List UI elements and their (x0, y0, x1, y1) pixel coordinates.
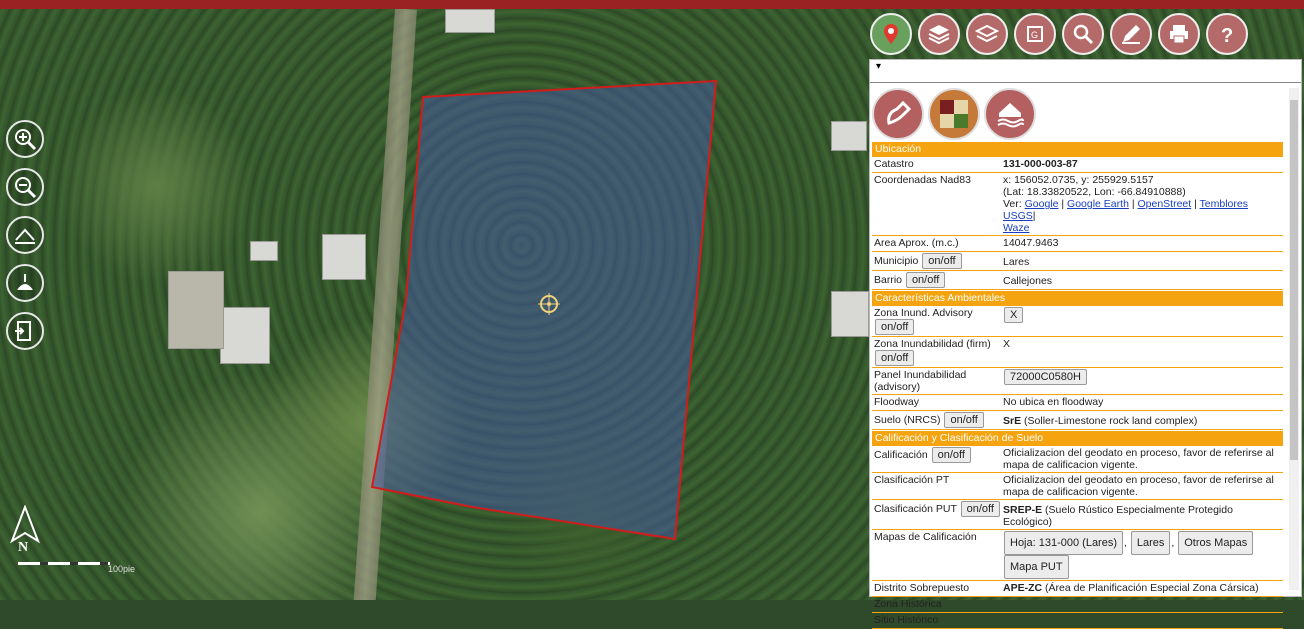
zona-inund-advisory-toggle-button[interactable]: on/off (875, 319, 915, 335)
floodway-row: Floodway No ubica en floodway (872, 395, 1283, 411)
draw-icon[interactable] (1110, 13, 1152, 55)
google-maps-icon[interactable] (870, 13, 912, 55)
calificacion-row: Calificación on/off Oficializacion del g… (872, 446, 1283, 473)
clasificacion-put-row: Clasificación PUT on/off SREP-E (Suelo R… (872, 500, 1283, 530)
zoom-out-icon[interactable] (6, 168, 44, 206)
mapas-calificacion-row: Mapas de Calificación Hoja: 131-000 (Lar… (872, 530, 1283, 581)
zoom-in-icon[interactable] (6, 120, 44, 158)
link-tool-icon[interactable] (872, 88, 924, 140)
crim-logo-icon[interactable] (928, 88, 980, 140)
link-google[interactable]: Google (1025, 198, 1059, 210)
geolocation-icon[interactable]: G (1014, 13, 1056, 55)
svg-text:?: ? (1221, 25, 1233, 46)
zona-inund-advisory-button[interactable]: X (1004, 307, 1024, 323)
coordenadas-row: Coordenadas Nad83 x: 156052.0735, y: 255… (872, 173, 1283, 236)
zona-inund-firm-toggle-button[interactable]: on/off (875, 350, 915, 366)
layers-icon[interactable] (918, 13, 960, 55)
zona-inund-firm-row: Zona Inundabilidad (firm) on/off X (872, 337, 1283, 368)
suelo-row: Suelo (NRCS) on/off SrE (Soller-Limeston… (872, 411, 1283, 430)
zona-historica-row: Zona Histórica (872, 597, 1283, 613)
distrito-row: Distrito Sobrepuesto APE-ZC (Área de Pla… (872, 581, 1283, 597)
svg-text:G: G (1031, 30, 1038, 40)
panel-icons (872, 88, 1036, 140)
municipio-toggle-button[interactable]: on/off (922, 253, 962, 269)
exit-icon[interactable] (6, 312, 44, 350)
lares-button[interactable]: Lares (1130, 531, 1171, 555)
print-icon[interactable] (1158, 13, 1200, 55)
top-toolbar: G ? (870, 13, 1248, 55)
section-calificacion: Calificación y Clasificación de Suelo (872, 431, 1283, 446)
svg-text:N: N (18, 540, 28, 553)
help-icon[interactable]: ? (1206, 13, 1248, 55)
link-waze[interactable]: Waze (1003, 222, 1029, 234)
clasificacion-put-toggle-button[interactable]: on/off (960, 501, 1000, 517)
flood-house-icon[interactable] (984, 88, 1036, 140)
otros-mapas-button[interactable]: Otros Mapas (1178, 531, 1254, 555)
panel-scrollbar[interactable] (1289, 88, 1299, 590)
scale-label: 100pie (108, 564, 136, 574)
section-ambientales: Características Ambientales (872, 291, 1283, 306)
pan-icon[interactable] (6, 216, 44, 254)
mapa-put-button[interactable]: Mapa PUT (1004, 555, 1069, 579)
panel-collapse-icon[interactable]: ▾ (870, 60, 1301, 83)
link-google-earth[interactable]: Google Earth (1067, 198, 1129, 210)
panel-content: Ubicación Catastro 131-000-003-87 Coorde… (872, 141, 1283, 629)
base-layers-icon[interactable] (966, 13, 1008, 55)
panel-inund-button[interactable]: 72000C0580H (1004, 369, 1087, 385)
clear-tool-icon[interactable] (6, 264, 44, 302)
area-row: Area Aprox. (m.c.) 14047.9463 (872, 236, 1283, 252)
sitio-historico-row: Sitio Histórico (872, 613, 1283, 629)
suelo-toggle-button[interactable]: on/off (944, 412, 984, 428)
catastro-row: Catastro 131-000-003-87 (872, 157, 1283, 173)
info-panel: ▾ Ubicación Catastro 131-000-003-87 Coor… (869, 59, 1302, 629)
municipio-row: Municipio on/off Lares (872, 252, 1283, 271)
search-icon[interactable] (1062, 13, 1104, 55)
section-ubicacion: Ubicación (872, 142, 1283, 157)
zona-inund-advisory-row: Zona Inund. Advisory on/off X (872, 306, 1283, 337)
top-bar (0, 0, 1304, 9)
barrio-toggle-button[interactable]: on/off (905, 272, 946, 288)
map-toolbar (6, 120, 44, 360)
scale-bar: 100pie (18, 562, 135, 574)
link-openstreet[interactable]: OpenStreet (1137, 198, 1191, 210)
barrio-row: Barrio on/off Callejones (872, 271, 1283, 290)
clasificacion-pt-row: Clasificación PT Oficializacion del geod… (872, 473, 1283, 500)
panel-inund-row: Panel Inundabilidad (advisory) 72000C058… (872, 368, 1283, 395)
calificacion-toggle-button[interactable]: on/off (931, 447, 971, 463)
hoja-button[interactable]: Hoja: 131-000 (Lares) (1004, 531, 1124, 555)
north-arrow-icon: N (8, 504, 42, 558)
